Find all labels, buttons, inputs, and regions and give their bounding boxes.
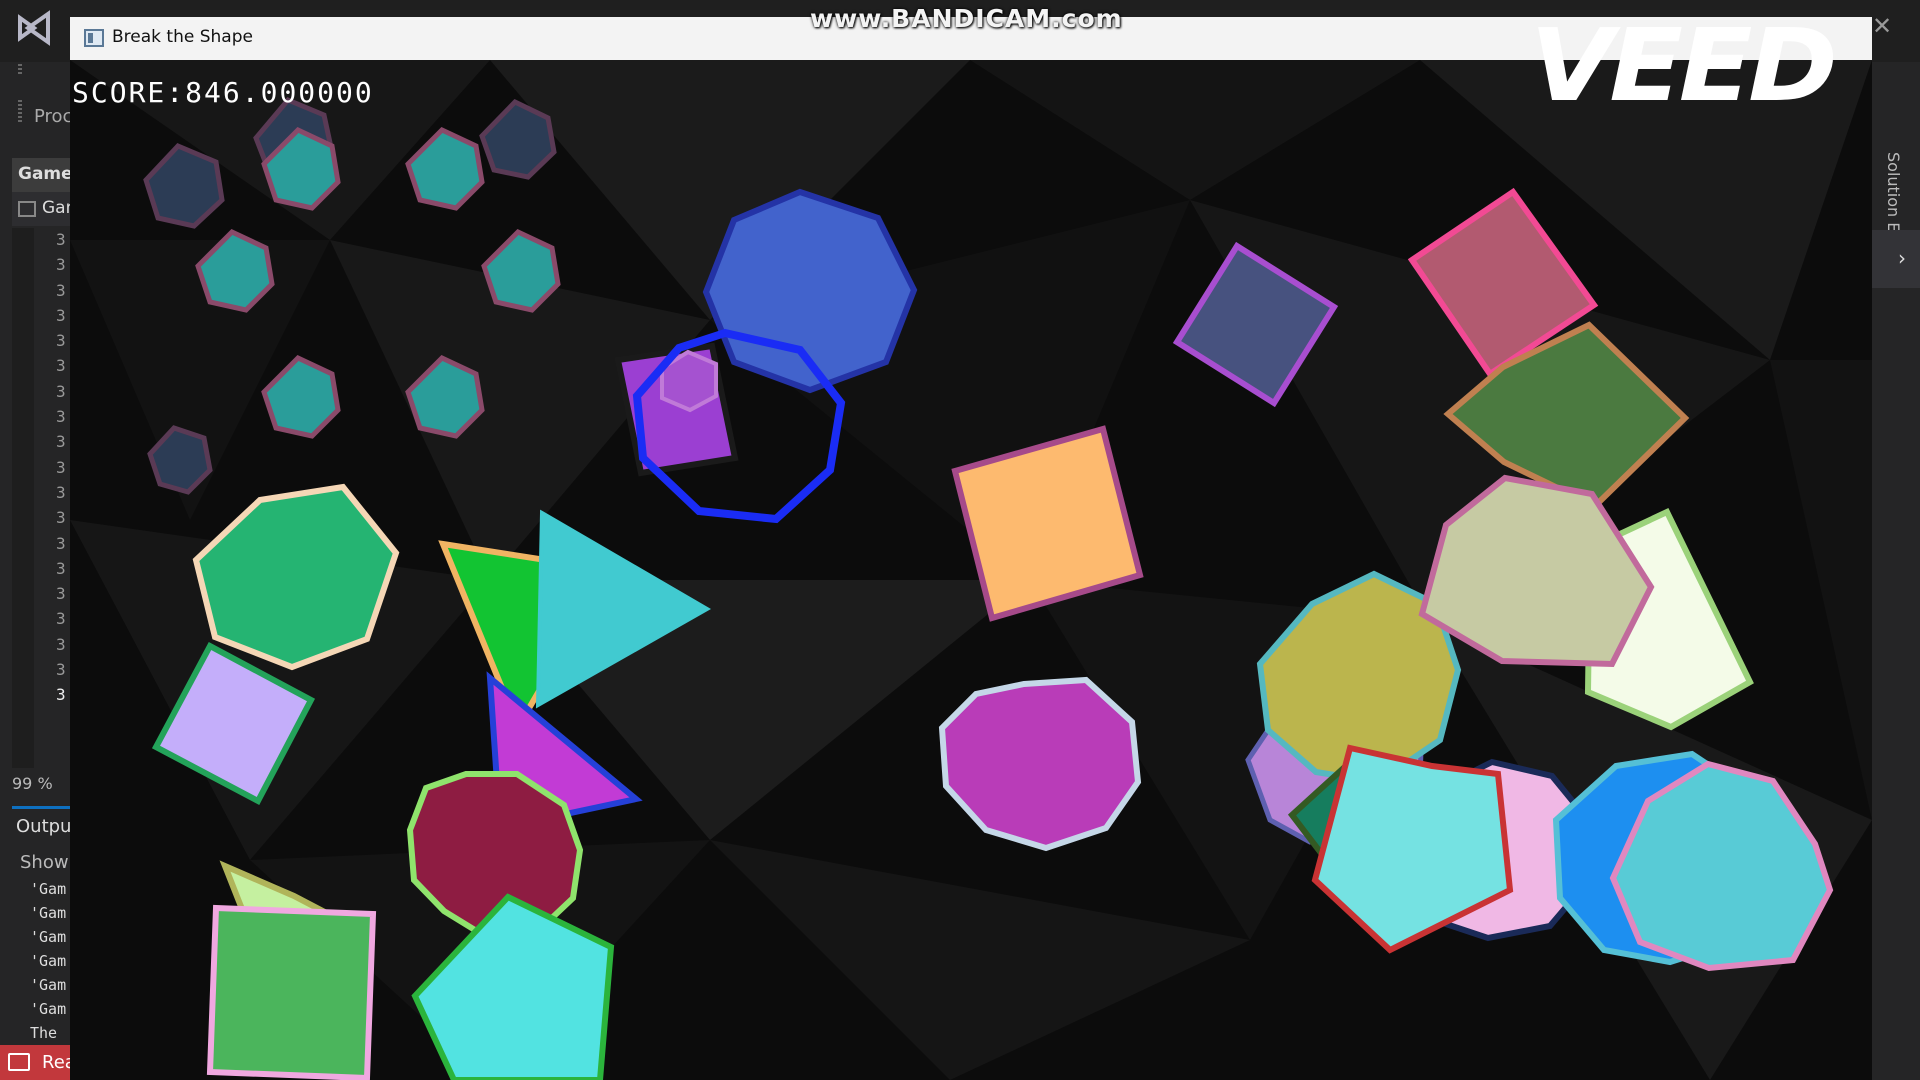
line-number: 3 <box>56 584 66 604</box>
file-icon <box>18 201 36 217</box>
panel-expand-button[interactable]: › <box>1872 230 1920 288</box>
chat-icon[interactable] <box>8 1053 30 1071</box>
bandicam-watermark: www.BANDICAM.com <box>810 4 1123 33</box>
score-display: SCORE:846.000000 <box>72 76 374 109</box>
editor-gutter <box>12 228 34 768</box>
solution-explorer-tab[interactable]: Solution E <box>1884 152 1903 232</box>
file-tab-label: Gam <box>42 198 70 218</box>
line-numbers: 3 3 3 3 3 3 3 3 3 3 3 3 3 3 3 3 3 3 3 <box>56 230 70 711</box>
line-number: 3 <box>56 508 66 528</box>
ide-left-panel: Proc Gamec Gam 3 3 3 3 3 3 3 3 3 3 3 3 3… <box>0 62 70 1080</box>
window-app-icon <box>84 29 104 47</box>
veed-watermark: VEED <box>1530 7 1838 124</box>
game-canvas[interactable]: SCORE:846.000000 <box>70 60 1872 1080</box>
line-number: 3 <box>56 634 66 654</box>
score-value: 846.000000 <box>185 76 374 109</box>
game-window: Break the Shape SCORE:846.000000 <box>70 17 1872 1080</box>
window-title: Break the Shape <box>112 27 253 47</box>
output-line: 'Gam <box>30 904 67 922</box>
line-number: 3 <box>56 660 66 680</box>
ide-right-panel: Solution E › <box>1872 62 1920 1080</box>
line-number: 3 <box>56 255 66 275</box>
output-line: 'Gam <box>30 880 67 898</box>
zoom-level[interactable]: 99 % <box>12 774 53 793</box>
toolbar-grip[interactable] <box>18 62 22 76</box>
output-line: 'Gam <box>30 928 67 946</box>
output-line: 'Gam <box>30 976 67 994</box>
line-number: 3 <box>56 558 66 578</box>
line-number: 3 <box>56 457 66 477</box>
ide-status-bar: Rea <box>0 1045 76 1080</box>
line-number: 3 <box>56 432 66 452</box>
score-label: SCORE <box>72 76 167 109</box>
panel-header[interactable]: Gamec <box>12 158 70 192</box>
output-show-label: Show <box>20 852 69 873</box>
output-panel-title[interactable]: Output <box>16 816 70 837</box>
line-number: 3 <box>56 305 66 325</box>
line-number: 3 <box>56 609 66 629</box>
output-divider <box>12 806 70 809</box>
output-line: 'Gam <box>30 952 67 970</box>
toolbar-grip[interactable] <box>18 100 22 124</box>
line-number: 3 <box>56 533 66 553</box>
line-number: 3 <box>56 331 66 351</box>
output-line: 'Gam <box>30 1000 67 1018</box>
green-square[interactable] <box>206 904 377 1080</box>
visual-studio-logo-icon <box>18 10 50 46</box>
line-number: 3 <box>56 356 66 376</box>
file-tab[interactable]: Gam <box>12 192 70 226</box>
process-label: Proc <box>34 106 70 127</box>
chevron-right-icon: › <box>1898 246 1906 270</box>
game-scene <box>70 60 1872 1080</box>
line-number: 3 <box>56 280 66 300</box>
line-number: 3 <box>56 381 66 401</box>
line-number: 3 <box>56 482 66 502</box>
line-number: 3 <box>56 407 66 427</box>
line-number: 3 <box>56 230 66 249</box>
output-log: 'Gam 'Gam 'Gam 'Gam 'Gam 'Gam The <box>30 880 66 1048</box>
line-number: 3 <box>56 685 66 705</box>
close-icon[interactable]: ✕ <box>1872 12 1892 40</box>
